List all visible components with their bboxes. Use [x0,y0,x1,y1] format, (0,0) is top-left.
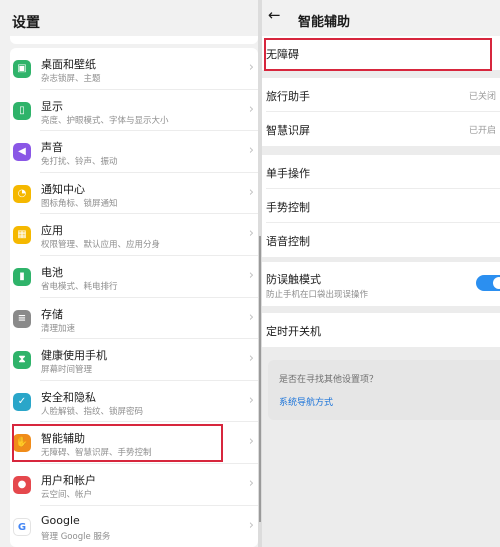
accidental-touch-toggle[interactable] [476,275,500,291]
wallpaper-icon: ▣ [13,60,31,78]
item-label: 单手操作 [266,167,310,180]
item-label: 智慧识屏 [266,124,310,137]
settings-item-wallpaper[interactable]: ▣ 桌面和壁纸 杂志锁屏、主题 › [10,48,258,90]
battery-icon: ▮ [13,267,31,286]
chevron-right-icon: › [248,392,254,408]
group-assistants: 旅行助手 已关闭 智慧识屏 已开启 [262,78,500,146]
settings-item-title: 用户和帐户 [41,473,96,487]
settings-item-subtitle: 省电模式、耗电排行 [41,281,118,292]
suggestion-link-system-navigation[interactable]: 系统导航方式 [279,395,333,408]
item-label: 防误触模式 [266,273,321,286]
settings-item-title: 安全和隐私 [41,390,96,404]
settings-list: ▣ 桌面和壁纸 杂志锁屏、主题 › ▯ 显示 亮度、护眼模式、字体与显示大小 ›… [10,48,258,547]
chevron-right-icon: › [248,475,254,491]
settings-item-subtitle: 云空间、帐户 [41,489,93,500]
chevron-right-icon: › [248,351,254,367]
group-scheduled-power: 定时开关机 [262,313,500,347]
chevron-right-icon: › [248,434,254,450]
status-value: 已关闭 [468,92,496,102]
settings-item-subtitle: 图标角标、锁屏通知 [41,198,118,209]
item-smart-screen-recognition[interactable]: 智慧识屏 已开启 [262,112,500,146]
notification-icon: ◔ [13,184,31,203]
user-icon: ● [13,475,31,494]
back-arrow-icon[interactable]: ← [268,6,281,24]
settings-item-battery[interactable]: ▮ 电池 省电模式、耗电排行 › [10,255,258,298]
toggle-knob [493,277,500,289]
chevron-right-icon: › [248,226,254,242]
settings-suggestion-card: 是否在寻找其他设置项？ 系统导航方式 [268,360,500,420]
settings-item-sound[interactable]: ◀ 声音 免打扰、铃声、振动 › [10,131,258,173]
chevron-right-icon: › [248,267,254,283]
item-accidental-touch-mode[interactable]: 防误触模式 防止手机在口袋出现误操作 [262,262,500,306]
page-title: 智能辅助 [298,15,351,30]
chevron-right-icon: › [248,101,254,117]
chevron-right-icon: › [248,309,254,325]
settings-item-title: Google [41,513,80,527]
group-accessibility: 无障碍 [262,36,500,71]
settings-item-users-accounts[interactable]: ● 用户和帐户 云空间、帐户 › [10,463,258,506]
suggestion-question: 是否在寻找其他设置项？ [279,375,379,385]
item-scheduled-power[interactable]: 定时开关机 [262,313,500,347]
item-label: 手势控制 [266,201,310,214]
scrollbar[interactable] [259,236,261,522]
settings-item-title: 桌面和壁纸 [41,58,96,71]
settings-item-title: 通知中心 [41,182,85,196]
settings-item-security[interactable]: ✓ 安全和隐私 人脸解锁、指纹、锁屏密码 › [10,380,258,423]
settings-item-subtitle: 杂志锁屏、主题 [41,74,101,84]
group-controls: 单手操作 手势控制 语音控制 [262,155,500,257]
apps-icon: ▦ [13,226,31,245]
settings-item-title: 存储 [41,307,63,321]
item-one-handed-mode[interactable]: 单手操作 [262,155,500,189]
settings-item-subtitle: 免打扰、铃声、振动 [41,157,118,168]
storage-icon: ≡ [13,309,31,328]
settings-item-title: 应用 [41,224,63,238]
item-subtitle: 防止手机在口袋出现误操作 [266,290,369,300]
page-title: 设置 [12,15,40,31]
chevron-right-icon: › [248,517,254,533]
chevron-right-icon: › [248,60,254,75]
group-pocket-mode: 防误触模式 防止手机在口袋出现误操作 [262,262,500,306]
highlight-box-accessibility [264,38,492,71]
item-label: 定时开关机 [266,325,321,338]
settings-item-subtitle: 权限管理、默认应用、应用分身 [41,240,161,251]
chevron-right-icon: › [248,184,254,200]
settings-item-title: 声音 [41,141,63,155]
item-label: 语音控制 [266,235,310,248]
display-icon: ▯ [13,101,31,120]
settings-item-google[interactable]: G Google 管理 Google 服务 › [10,505,258,547]
item-travel-assistant[interactable]: 旅行助手 已关闭 [262,78,500,112]
item-voice-control[interactable]: 语音控制 [262,223,500,257]
settings-item-subtitle: 管理 Google 服务 [41,531,111,542]
item-label: 旅行助手 [266,90,310,103]
hourglass-icon: ⧗ [13,351,31,370]
highlight-box-smart-assist [12,424,223,462]
status-value: 已开启 [468,126,496,136]
settings-item-title: 电池 [41,265,63,279]
smart-assist-pane: ← 智能辅助 无障碍 旅行助手 已关闭 智慧识屏 已开启 单手操作 手势控制 语… [262,0,500,547]
settings-item-subtitle: 亮度、护眼模式、字体与显示大小 [41,115,169,126]
settings-item-subtitle: 人脸解锁、指纹、锁屏密码 [41,406,144,417]
settings-item-notifications[interactable]: ◔ 通知中心 图标角标、锁屏通知 › [10,172,258,215]
settings-pane: 设置 ▣ 桌面和壁纸 杂志锁屏、主题 › ▯ 显示 亮度、护眼模式、字体与显示大… [0,0,258,547]
settings-item-title: 健康使用手机 [41,349,107,363]
settings-item-storage[interactable]: ≡ 存储 清理加速 › [10,297,258,340]
chevron-right-icon: › [248,143,254,159]
smart-assist-header: ← 智能辅助 [262,0,500,36]
sound-icon: ◀ [13,143,31,162]
settings-item-digital-wellbeing[interactable]: ⧗ 健康使用手机 屏幕时间管理 › [10,339,258,381]
item-gesture-control[interactable]: 手势控制 [262,189,500,223]
shield-icon: ✓ [13,392,31,411]
settings-item-subtitle: 屏幕时间管理 [41,365,93,376]
settings-item-subtitle: 清理加速 [41,323,76,334]
list-top-edge [10,36,258,44]
settings-item-display[interactable]: ▯ 显示 亮度、护眼模式、字体与显示大小 › [10,89,258,132]
google-icon: G [13,517,31,536]
settings-item-apps[interactable]: ▦ 应用 权限管理、默认应用、应用分身 › [10,214,258,256]
settings-item-title: 显示 [41,99,63,113]
